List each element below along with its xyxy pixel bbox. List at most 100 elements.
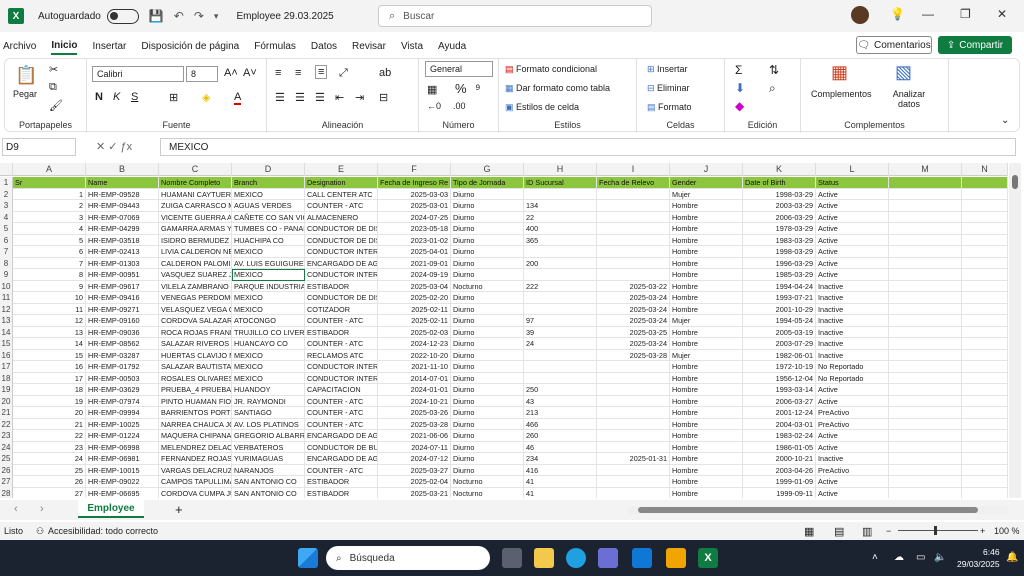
table-cell[interactable]: Diurno xyxy=(451,211,524,223)
zoom-in-icon[interactable]: + xyxy=(980,526,985,536)
table-cell[interactable]: 2025-04-01 xyxy=(378,246,451,258)
table-cell[interactable] xyxy=(597,384,670,396)
table-cell[interactable]: 2025-03-26 xyxy=(378,407,451,419)
empty-cell[interactable] xyxy=(889,464,962,476)
align-bottom-icon[interactable]: ≡ xyxy=(315,65,328,79)
table-cell[interactable]: CONDUCTOR DE DIST xyxy=(305,223,378,235)
column-header-l[interactable]: L xyxy=(816,163,889,176)
table-cell[interactable]: COUNTER - ATC xyxy=(305,395,378,407)
table-cell[interactable]: Active xyxy=(816,395,889,407)
table-cell[interactable]: CALDERON PALOMIN xyxy=(159,257,232,269)
table-cell[interactable]: Diurno xyxy=(451,234,524,246)
save-icon[interactable]: 💾 xyxy=(149,9,164,23)
table-cell[interactable]: No Reportado xyxy=(816,361,889,373)
empty-cell[interactable] xyxy=(962,407,1008,419)
table-cell[interactable] xyxy=(597,246,670,258)
vertical-scroll-thumb[interactable] xyxy=(1012,175,1018,189)
customize-toolbar-icon[interactable]: ▾ xyxy=(214,11,219,22)
table-cell[interactable]: HR-EMP-10015 xyxy=(86,464,159,476)
table-cell[interactable]: 2025-03-24 xyxy=(597,303,670,315)
page-layout-icon[interactable]: ▤ xyxy=(834,525,844,538)
table-cell[interactable]: 25 xyxy=(13,464,86,476)
table-cell[interactable]: MEXICO xyxy=(232,303,305,315)
increase-indent-icon[interactable]: ⇥ xyxy=(355,91,364,104)
table-cell[interactable]: 1956-12-04 xyxy=(743,372,816,384)
table-cell[interactable]: HR-EMP-04299 xyxy=(86,223,159,235)
table-cell[interactable]: Active xyxy=(816,234,889,246)
table-cell[interactable]: Hombre xyxy=(670,292,743,304)
table-cell[interactable]: 1985-03-29 xyxy=(743,269,816,281)
column-header-a[interactable]: A xyxy=(13,163,86,176)
empty-cell[interactable] xyxy=(889,280,962,292)
column-header-n[interactable]: N xyxy=(962,163,1008,176)
table-cell[interactable]: HR-EMP-08562 xyxy=(86,338,159,350)
volume-icon[interactable]: 🔈 xyxy=(934,552,946,563)
table-cell[interactable]: ESTIBADOR xyxy=(305,326,378,338)
table-cell[interactable]: MAQUERA CHIPANA ( xyxy=(159,430,232,442)
row-number[interactable]: 10 xyxy=(0,280,13,292)
table-cell[interactable] xyxy=(597,234,670,246)
table-cell[interactable]: Diurno xyxy=(451,315,524,327)
table-cell[interactable]: PreActivo xyxy=(816,407,889,419)
table-cell[interactable]: Hombre xyxy=(670,246,743,258)
next-sheet-icon[interactable]: › xyxy=(40,503,44,515)
table-cell[interactable] xyxy=(597,487,670,498)
table-cell[interactable] xyxy=(597,464,670,476)
row-number[interactable]: 12 xyxy=(0,303,13,315)
table-cell[interactable]: HR-EMP-06981 xyxy=(86,453,159,465)
delete-cells-button[interactable]: ⊟ Eliminar xyxy=(647,83,690,94)
excel-taskbar-icon[interactable]: X xyxy=(698,548,718,568)
row-number[interactable]: 4 xyxy=(0,211,13,223)
empty-cell[interactable] xyxy=(962,349,1008,361)
table-cell[interactable]: HR-EMP-09271 xyxy=(86,303,159,315)
table-cell[interactable]: Hombre xyxy=(670,257,743,269)
table-cell[interactable] xyxy=(597,395,670,407)
empty-cell[interactable] xyxy=(889,177,962,189)
taskbar-search[interactable]: ⌕ Búsqueda xyxy=(326,546,490,570)
table-cell[interactable]: ENCARGADO DE AGEN xyxy=(305,257,378,269)
autosave-toggle[interactable] xyxy=(106,8,139,24)
table-cell[interactable]: Nocturno xyxy=(451,476,524,488)
table-cell[interactable] xyxy=(597,200,670,212)
conditional-format-button[interactable]: ▤ Formato condicional xyxy=(505,64,597,75)
empty-cell[interactable] xyxy=(962,418,1008,430)
format-cells-button[interactable]: ▤ Formato xyxy=(647,102,692,113)
table-cell[interactable]: HUACHIPA CO xyxy=(232,234,305,246)
table-cell[interactable] xyxy=(597,188,670,200)
table-cell[interactable]: 2 xyxy=(13,200,86,212)
table-cell[interactable]: 20 xyxy=(13,407,86,419)
table-cell[interactable]: Active xyxy=(816,269,889,281)
table-cell[interactable]: ATOCONGO xyxy=(232,315,305,327)
empty-cell[interactable] xyxy=(962,188,1008,200)
zoom-level[interactable]: 100 % xyxy=(994,526,1020,536)
table-cell[interactable]: Diurno xyxy=(451,441,524,453)
table-cell[interactable]: HR-EMP-01792 xyxy=(86,361,159,373)
table-cell[interactable]: Diurno xyxy=(451,407,524,419)
table-cell[interactable]: 2014-07-01 xyxy=(378,372,451,384)
table-cell[interactable] xyxy=(524,361,597,373)
table-cell[interactable]: Diurno xyxy=(451,430,524,442)
table-cell[interactable]: VENEGAS PERDOMO I xyxy=(159,292,232,304)
table-cell[interactable]: Inactive xyxy=(816,349,889,361)
increase-decimal-icon[interactable]: ←0 xyxy=(427,101,441,111)
table-cell[interactable]: Inactive xyxy=(816,453,889,465)
table-cell[interactable]: HR-EMP-09994 xyxy=(86,407,159,419)
header-cell[interactable]: Nombre Completo xyxy=(159,177,232,189)
table-cell[interactable] xyxy=(524,372,597,384)
task-view-icon[interactable] xyxy=(502,548,522,568)
accessibility-status[interactable]: Accesibilidad: todo correcto xyxy=(48,526,158,536)
table-cell[interactable]: 400 xyxy=(524,223,597,235)
empty-cell[interactable] xyxy=(962,487,1008,498)
table-cell[interactable]: 2003-07-29 xyxy=(743,338,816,350)
table-cell[interactable]: 43 xyxy=(524,395,597,407)
table-cell[interactable]: Diurno xyxy=(451,361,524,373)
column-header-d[interactable]: D xyxy=(232,163,305,176)
comma-icon[interactable]: ⁹ xyxy=(475,81,481,96)
table-cell[interactable]: BARRIENTOS PORTILL xyxy=(159,407,232,419)
tab-inicio[interactable]: Inicio xyxy=(51,38,78,55)
row-number[interactable]: 1 xyxy=(0,177,13,189)
lightbulb-icon[interactable]: 💡 xyxy=(890,7,905,21)
table-cell[interactable]: Mujer xyxy=(670,349,743,361)
table-cell[interactable]: CONDUCTOR INTERPI xyxy=(305,361,378,373)
power-bi-icon[interactable] xyxy=(666,548,686,568)
